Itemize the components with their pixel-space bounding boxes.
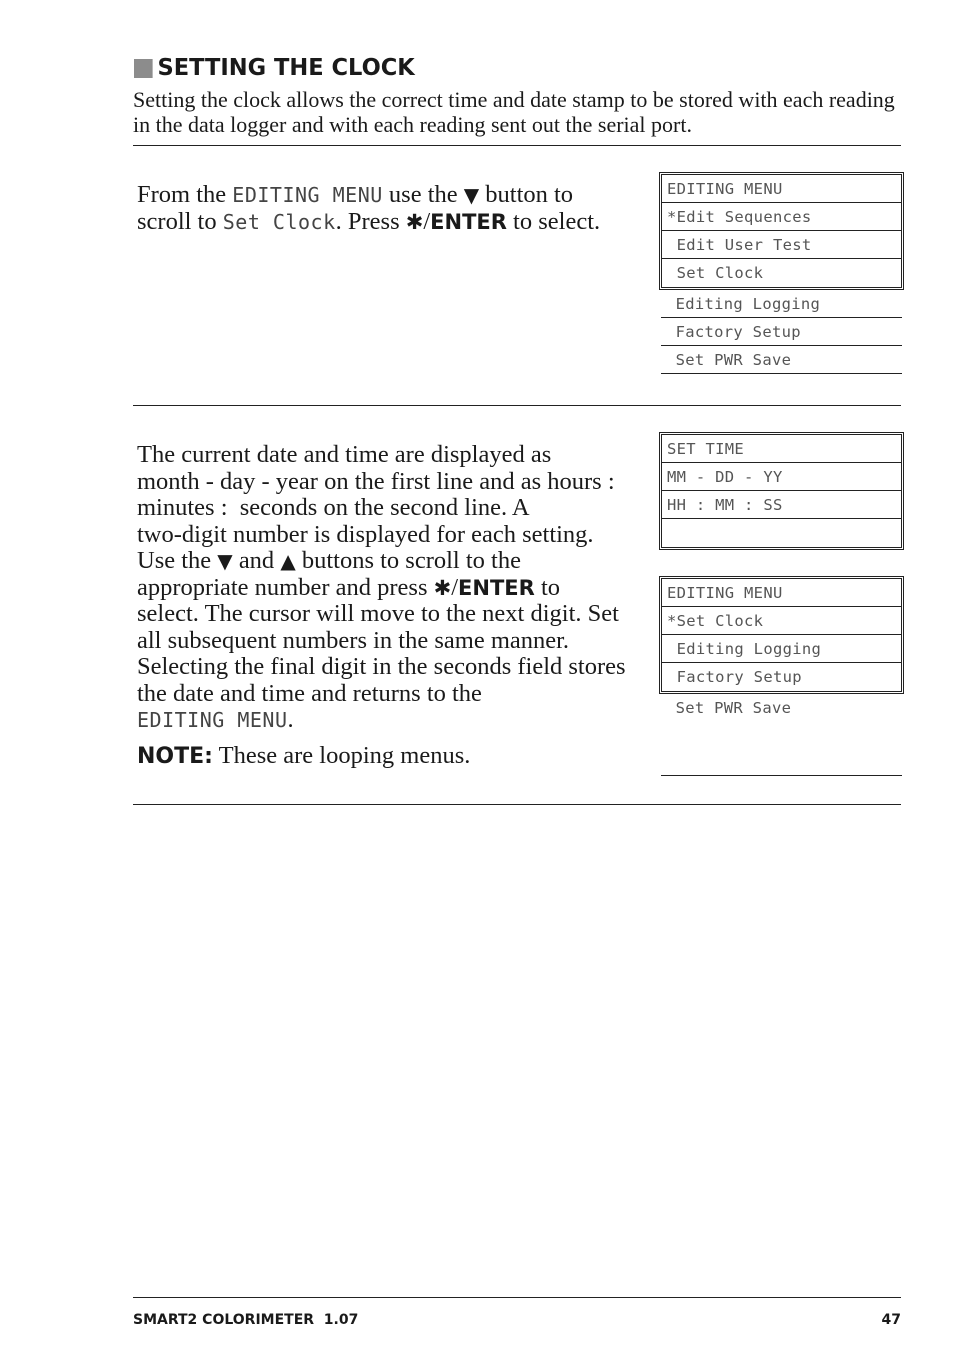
text: From the xyxy=(137,181,233,208)
panel-bottom-line xyxy=(661,775,902,776)
note-label: NOTE: xyxy=(137,743,213,769)
text: scroll to xyxy=(137,207,223,235)
lcd-row: Editing Logging xyxy=(662,635,901,663)
heading-square-icon xyxy=(134,58,153,78)
heading-text: SETTING THE CLOCK xyxy=(157,55,415,81)
lcd-row: Set PWR Save xyxy=(666,699,792,717)
page-number: 47 xyxy=(881,1312,901,1328)
intro-paragraph: Setting the clock allows the correct tim… xyxy=(133,87,895,137)
lcd-set-time-panel: SET TIME MM - DD - YY HH : MM : SS xyxy=(659,432,904,550)
lcd-row: Set Clock xyxy=(667,264,764,282)
text-line: minutes : seconds on the second line. A xyxy=(137,494,530,521)
step2-paragraph: The current date and time are displayed … xyxy=(137,441,657,770)
enter-key-label: ENTER xyxy=(430,209,507,234)
down-arrow-icon: ▼ xyxy=(463,183,480,207)
text-line: month - day - year on the first line and… xyxy=(137,467,615,495)
lcd-row: EDITING MENU xyxy=(662,579,901,607)
lcd-offscreen-rows: Editing Logging Factory Setup Set PWR Sa… xyxy=(661,290,902,374)
text: buttons to scroll to the xyxy=(295,547,521,574)
lcd-row: Factory Setup xyxy=(661,318,902,346)
note-text: These are looping menus. xyxy=(212,741,471,769)
down-arrow-icon: ▼ xyxy=(217,549,233,573)
up-arrow-icon: ▲ xyxy=(280,549,296,573)
star-icon: ✱ xyxy=(405,209,424,234)
text-line: The current date and time are displayed … xyxy=(137,441,552,468)
enter-key-label: ENTER xyxy=(458,575,535,600)
lcd-row: SET TIME xyxy=(662,435,901,463)
star-icon: ✱ xyxy=(433,575,452,600)
lcd-text-set-clock: Set Clock xyxy=(222,209,336,234)
lcd-editing-menu-panel: EDITING MENU *Edit Sequences Edit User T… xyxy=(659,172,904,374)
text-line: select. The cursor will move to the next… xyxy=(137,600,619,627)
text: Use the xyxy=(137,547,218,574)
text: . Press xyxy=(335,207,406,235)
lcd-row: Edit User Test xyxy=(662,231,901,259)
lcd-editing-menu-panel-2: EDITING MENU *Set Clock Editing Logging … xyxy=(659,576,904,722)
divider xyxy=(133,145,901,146)
lcd-row: Editing Logging xyxy=(661,290,902,318)
lcd-text-editing-menu: EDITING MENU xyxy=(137,708,288,732)
divider xyxy=(133,804,901,805)
lcd-row: EDITING MENU xyxy=(662,175,901,203)
lcd-offscreen-rows: Set PWR Save xyxy=(661,694,902,722)
lcd-row: HH : MM : SS xyxy=(662,491,901,519)
lcd-screen: SET TIME MM - DD - YY HH : MM : SS xyxy=(659,432,904,550)
footer-title: SMART2 COLORIMETER 1.07 xyxy=(133,1312,359,1328)
text: appropriate number and press xyxy=(137,573,434,601)
text-line: Selecting the final digit in the seconds… xyxy=(137,653,626,680)
text-line: all subsequent numbers in the same manne… xyxy=(137,626,570,654)
text-line: the date and time and returns to the xyxy=(137,679,482,707)
lcd-text-editing-menu: EDITING MENU xyxy=(232,183,383,207)
lcd-row xyxy=(662,519,901,547)
text: to xyxy=(534,573,560,601)
lcd-row: Factory Setup xyxy=(667,668,802,686)
lcd-row: *Set Clock xyxy=(662,607,901,635)
footer-divider xyxy=(133,1297,901,1298)
text-line: two-digit number is displayed for each s… xyxy=(137,520,594,548)
lcd-row: Set PWR Save xyxy=(661,346,902,374)
lcd-row: *Edit Sequences xyxy=(662,203,901,231)
text: and xyxy=(232,547,281,574)
text: to select. xyxy=(506,207,601,235)
lcd-row: MM - DD - YY xyxy=(662,463,901,491)
text: . xyxy=(287,706,294,733)
step1-paragraph: From the EDITING MENU use the ▼ button t… xyxy=(137,181,657,235)
lcd-screen: EDITING MENU *Edit Sequences Edit User T… xyxy=(659,172,904,290)
divider xyxy=(133,405,901,406)
text: use the xyxy=(382,181,464,208)
lcd-screen: EDITING MENU *Set Clock Editing Logging … xyxy=(659,576,904,694)
section-heading: SETTING THE CLOCK xyxy=(134,55,415,81)
text: button to xyxy=(479,181,574,208)
